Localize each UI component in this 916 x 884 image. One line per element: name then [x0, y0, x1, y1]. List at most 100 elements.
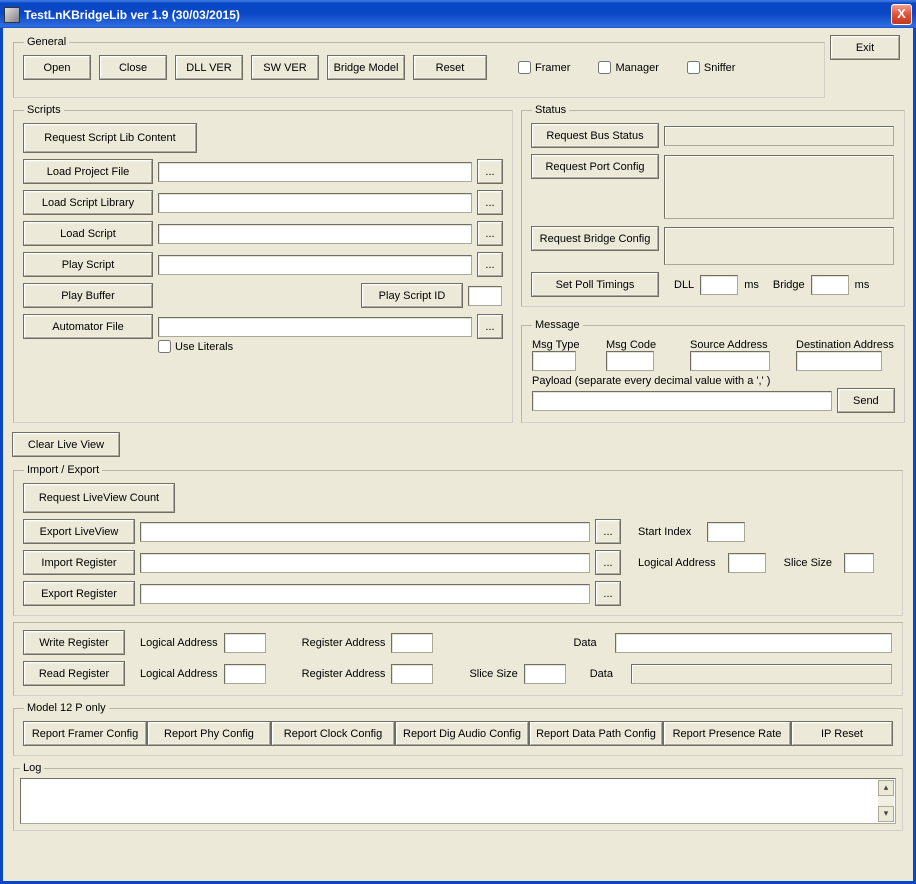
export-liveview-button[interactable]: Export LiveView — [24, 520, 134, 543]
read-logical-address-input[interactable] — [224, 664, 266, 684]
sniffer-checkbox[interactable]: Sniffer — [687, 61, 736, 74]
browse-project-file-button[interactable]: ... — [478, 160, 502, 183]
play-script-id-input[interactable] — [468, 286, 502, 306]
ip-reset-button[interactable]: IP Reset — [792, 722, 892, 745]
manager-checkbox[interactable]: Manager — [598, 61, 658, 74]
browse-automator-file-button[interactable]: ... — [478, 315, 502, 338]
read-slice-size-label: Slice Size — [469, 668, 517, 680]
request-liveview-count-button[interactable]: Request LiveView Count — [24, 484, 174, 512]
legend-log: Log — [20, 762, 44, 774]
titlebar: TestLnKBridgeLib ver 1.9 (30/03/2015) X — [0, 0, 916, 28]
exit-button[interactable]: Exit — [831, 36, 899, 59]
dll-timing-input[interactable] — [700, 275, 738, 295]
log-textarea[interactable]: ▴ ▾ — [20, 778, 896, 824]
group-message: Message Msg Type Msg Code Source Address — [521, 319, 905, 423]
browse-play-script-button[interactable]: ... — [478, 253, 502, 276]
legend-general: General — [24, 36, 69, 48]
report-dig-audio-config-button[interactable]: Report Dig Audio Config — [396, 722, 528, 745]
reset-button[interactable]: Reset — [414, 56, 486, 79]
start-index-input[interactable] — [707, 522, 745, 542]
use-literals-checkbox[interactable]: Use Literals — [158, 340, 233, 353]
bridge-model-button[interactable]: Bridge Model — [328, 56, 404, 79]
group-log: Log ▴ ▾ — [13, 762, 903, 831]
framer-checkbox[interactable]: Framer — [518, 61, 570, 74]
bridge-timing-input[interactable] — [811, 275, 849, 295]
close-button[interactable]: Close — [100, 56, 166, 79]
automator-file-input[interactable] — [158, 317, 472, 337]
request-port-config-button[interactable]: Request Port Config — [532, 155, 658, 178]
export-liveview-input[interactable] — [140, 522, 590, 542]
write-data-label: Data — [573, 637, 596, 649]
msg-code-input[interactable] — [606, 351, 654, 371]
payload-input[interactable] — [532, 391, 832, 411]
log-scrollbar[interactable]: ▴ ▾ — [878, 780, 894, 822]
report-clock-config-button[interactable]: Report Clock Config — [272, 722, 394, 745]
slice-size-label-ie: Slice Size — [784, 557, 832, 569]
request-bridge-config-button[interactable]: Request Bridge Config — [532, 227, 658, 250]
set-poll-timings-button[interactable]: Set Poll Timings — [532, 273, 658, 296]
logical-address-input-ie[interactable] — [728, 553, 766, 573]
close-icon[interactable]: X — [891, 4, 912, 25]
play-script-id-button[interactable]: Play Script ID — [362, 284, 462, 307]
clear-live-view-button[interactable]: Clear Live View — [13, 433, 119, 456]
export-register-button[interactable]: Export Register — [24, 582, 134, 605]
open-button[interactable]: Open — [24, 56, 90, 79]
source-address-label: Source Address — [690, 339, 782, 351]
request-bus-status-button[interactable]: Request Bus Status — [532, 124, 658, 147]
source-address-input[interactable] — [690, 351, 770, 371]
window-title: TestLnKBridgeLib ver 1.9 (30/03/2015) — [24, 8, 891, 22]
report-presence-rate-button[interactable]: Report Presence Rate — [664, 722, 790, 745]
browse-script-library-button[interactable]: ... — [478, 191, 502, 214]
send-button[interactable]: Send — [838, 389, 894, 412]
sw-ver-button[interactable]: SW VER — [252, 56, 318, 79]
browse-export-register-button[interactable]: ... — [596, 582, 620, 605]
load-script-library-button[interactable]: Load Script Library — [24, 191, 152, 214]
read-slice-size-input[interactable] — [524, 664, 566, 684]
play-script-button[interactable]: Play Script — [24, 253, 152, 276]
dll-label: DLL — [674, 279, 694, 291]
report-framer-config-button[interactable]: Report Framer Config — [24, 722, 146, 745]
report-phy-config-button[interactable]: Report Phy Config — [148, 722, 270, 745]
load-script-button[interactable]: Load Script — [24, 222, 152, 245]
destination-address-label: Destination Address — [796, 339, 894, 351]
msg-type-input[interactable] — [532, 351, 576, 371]
read-register-address-label: Register Address — [302, 668, 386, 680]
legend-model12: Model 12 P only — [24, 702, 109, 714]
app-icon — [4, 7, 20, 23]
export-register-input[interactable] — [140, 584, 590, 604]
group-model12: Model 12 P only Report Framer Config Rep… — [13, 702, 903, 756]
project-file-input[interactable] — [158, 162, 472, 182]
msg-code-label: Msg Code — [606, 339, 676, 351]
group-register: Write Register Logical Address Register … — [13, 622, 903, 696]
slice-size-input-ie[interactable] — [844, 553, 874, 573]
write-register-address-input[interactable] — [391, 633, 433, 653]
destination-address-input[interactable] — [796, 351, 882, 371]
write-register-button[interactable]: Write Register — [24, 631, 124, 654]
play-script-input[interactable] — [158, 255, 472, 275]
browse-export-liveview-button[interactable]: ... — [596, 520, 620, 543]
msg-type-label: Msg Type — [532, 339, 592, 351]
script-library-input[interactable] — [158, 193, 472, 213]
read-register-address-input[interactable] — [391, 664, 433, 684]
read-register-button[interactable]: Read Register — [24, 662, 124, 685]
play-buffer-button[interactable]: Play Buffer — [24, 284, 152, 307]
report-data-path-config-button[interactable]: Report Data Path Config — [530, 722, 662, 745]
script-input[interactable] — [158, 224, 472, 244]
read-data-label: Data — [590, 668, 613, 680]
scroll-up-icon[interactable]: ▴ — [878, 780, 894, 796]
request-script-lib-button[interactable]: Request Script Lib Content — [24, 124, 196, 152]
import-register-button[interactable]: Import Register — [24, 551, 134, 574]
dll-ver-button[interactable]: DLL VER — [176, 56, 242, 79]
write-logical-address-input[interactable] — [224, 633, 266, 653]
read-data-display — [631, 664, 892, 684]
write-data-input[interactable] — [615, 633, 892, 653]
payload-label: Payload (separate every decimal value wi… — [532, 375, 894, 387]
browse-script-button[interactable]: ... — [478, 222, 502, 245]
browse-import-register-button[interactable]: ... — [596, 551, 620, 574]
automator-file-button[interactable]: Automator File — [24, 315, 152, 338]
port-config-display — [664, 155, 894, 219]
scroll-down-icon[interactable]: ▾ — [878, 806, 894, 822]
legend-import-export: Import / Export — [24, 464, 102, 476]
load-project-file-button[interactable]: Load Project File — [24, 160, 152, 183]
import-register-input[interactable] — [140, 553, 590, 573]
